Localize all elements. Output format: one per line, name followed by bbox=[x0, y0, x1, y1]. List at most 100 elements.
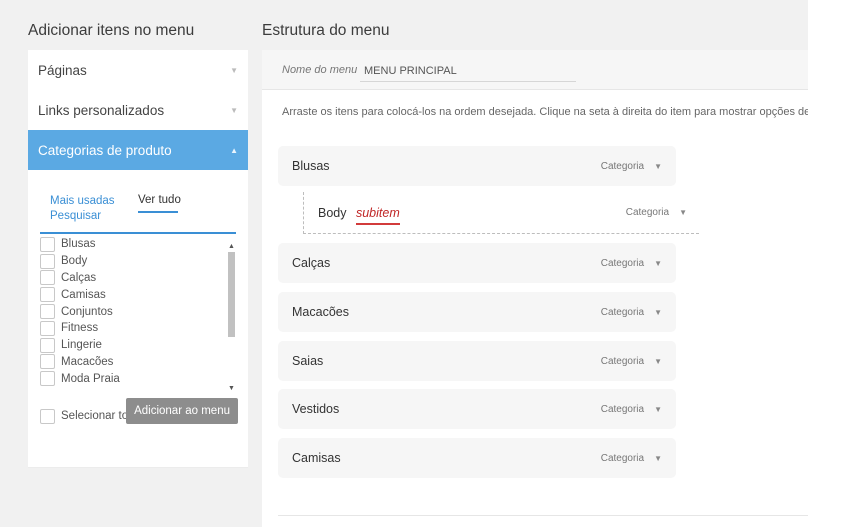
menu-item-type: Categoria bbox=[600, 160, 645, 172]
checklist-item[interactable]: Blusas bbox=[40, 236, 236, 253]
checkbox[interactable] bbox=[40, 270, 55, 286]
tab-active-indicator bbox=[138, 211, 178, 213]
expand-arrow-icon[interactable]: ▼ bbox=[679, 208, 687, 217]
menu-item-label: Camisas bbox=[292, 451, 341, 465]
expand-arrow-icon[interactable]: ▼ bbox=[654, 357, 662, 366]
checklist-item-label: Blusas bbox=[61, 238, 96, 251]
scrollbar-thumb[interactable] bbox=[228, 252, 235, 337]
category-tabs: Mais usadas Pesquisar Ver tudo bbox=[40, 182, 236, 234]
checklist-item-label: Macacões bbox=[61, 355, 114, 368]
accordion-pages-header[interactable]: Páginas ▼ bbox=[28, 50, 248, 90]
checkbox[interactable] bbox=[40, 287, 55, 303]
accordion-product-categories[interactable]: Categorias de produto ▲ Mais usadas Pesq… bbox=[28, 130, 248, 468]
menu-item-vestidos[interactable]: Vestidos Categoria ▼ bbox=[278, 389, 676, 429]
menu-item-calcas[interactable]: Calças Categoria ▼ bbox=[278, 243, 676, 283]
chevron-down-icon: ▼ bbox=[230, 65, 238, 75]
add-items-heading: Adicionar itens no menu bbox=[28, 22, 195, 39]
checklist-item-label: Calças bbox=[61, 271, 97, 284]
menu-name-row: Nome do menu bbox=[262, 50, 808, 90]
categories-panel: Mais usadas Pesquisar Ver tudo Blusas Bo… bbox=[28, 170, 248, 434]
tab-most-used-label: Mais usadas bbox=[50, 195, 115, 207]
checklist-item[interactable]: Conjuntos bbox=[40, 303, 236, 320]
menu-item-label: Body bbox=[318, 205, 347, 220]
menu-name-label: Nome do menu bbox=[282, 64, 358, 76]
menu-item-type: Categoria bbox=[625, 207, 670, 218]
expand-arrow-icon[interactable]: ▼ bbox=[654, 454, 662, 463]
checklist-item[interactable]: Body bbox=[40, 253, 236, 270]
tabs-divider bbox=[40, 232, 236, 234]
checklist-item[interactable]: Fitness bbox=[40, 320, 236, 337]
checkbox[interactable] bbox=[40, 337, 55, 353]
tab-most-used[interactable]: Mais usadas Pesquisar bbox=[50, 194, 115, 224]
accordion-pages[interactable]: Páginas ▼ bbox=[28, 50, 248, 91]
menu-subitem-body[interactable]: Body subitem Categoria ▼ bbox=[303, 192, 699, 234]
checkbox[interactable] bbox=[40, 320, 55, 336]
subitem-tag: subitem bbox=[355, 205, 400, 225]
checkbox[interactable] bbox=[40, 354, 55, 370]
expand-arrow-icon[interactable]: ▼ bbox=[654, 308, 662, 317]
tab-search-label[interactable]: Pesquisar bbox=[50, 209, 115, 224]
accordion-custom-links[interactable]: Links personalizados ▼ bbox=[28, 90, 248, 131]
checklist-item[interactable]: Moda Praia bbox=[40, 370, 236, 387]
menu-item-type: Categoria bbox=[600, 355, 645, 367]
checklist-item[interactable]: Macacões bbox=[40, 354, 236, 371]
menu-structure-heading: Estrutura do menu bbox=[262, 22, 390, 39]
select-all-checkbox[interactable] bbox=[40, 408, 55, 424]
checklist-item-label: Body bbox=[61, 255, 88, 268]
menu-item-meta: Categoria ▼ bbox=[601, 161, 662, 172]
menu-item-meta: Categoria ▼ bbox=[601, 258, 662, 269]
menu-item-meta: Categoria ▼ bbox=[626, 207, 687, 218]
checklist-item-label: Fitness bbox=[61, 322, 99, 335]
menu-item-type: Categoria bbox=[600, 403, 645, 415]
tab-view-all[interactable]: Ver tudo bbox=[138, 194, 181, 206]
menu-instructions: Arraste os itens para colocá-los na orde… bbox=[282, 106, 808, 118]
accordion-custom-links-header[interactable]: Links personalizados ▼ bbox=[28, 90, 248, 130]
menu-item-meta: Categoria ▼ bbox=[601, 453, 662, 464]
menu-item-label: Saias bbox=[292, 354, 324, 368]
menu-item-meta: Categoria ▼ bbox=[601, 404, 662, 415]
menu-item-type: Categoria bbox=[600, 452, 645, 464]
chevron-up-icon: ▲ bbox=[230, 145, 238, 155]
chevron-down-icon: ▼ bbox=[230, 105, 238, 115]
menu-structure-panel: Nome do menu Arraste os itens para coloc… bbox=[262, 50, 808, 527]
menu-item-saias[interactable]: Saias Categoria ▼ bbox=[278, 341, 676, 381]
menu-item-label: Macacões bbox=[292, 305, 349, 319]
checklist-scrollbar[interactable]: ▲ ▼ bbox=[227, 242, 236, 394]
menu-name-input[interactable] bbox=[360, 60, 576, 82]
checklist-item[interactable]: Calças bbox=[40, 270, 236, 287]
checkbox[interactable] bbox=[40, 371, 55, 387]
checklist-item[interactable]: Lingerie bbox=[40, 337, 236, 354]
checkbox[interactable] bbox=[40, 253, 55, 269]
menu-item-label: Blusas bbox=[292, 159, 330, 173]
checklist-item[interactable]: Camisas bbox=[40, 286, 236, 303]
expand-arrow-icon[interactable]: ▼ bbox=[654, 405, 662, 414]
subitem-underline bbox=[355, 222, 400, 225]
menu-item-blusas[interactable]: Blusas Categoria ▼ bbox=[278, 146, 676, 186]
menu-item-camisas[interactable]: Camisas Categoria ▼ bbox=[278, 438, 676, 478]
subitem-tag-text: subitem bbox=[355, 205, 400, 220]
accordion-product-categories-header[interactable]: Categorias de produto ▲ bbox=[28, 130, 248, 170]
menu-item-meta: Categoria ▼ bbox=[601, 307, 662, 318]
checkbox[interactable] bbox=[40, 236, 55, 252]
menu-item-meta: Categoria ▼ bbox=[601, 356, 662, 367]
scroll-up-icon[interactable]: ▲ bbox=[227, 242, 236, 252]
expand-arrow-icon[interactable]: ▼ bbox=[654, 162, 662, 171]
expand-arrow-icon[interactable]: ▼ bbox=[654, 259, 662, 268]
panel-divider bbox=[278, 515, 808, 516]
menu-item-label-wrap: Body subitem bbox=[318, 205, 400, 225]
add-to-menu-button[interactable]: Adicionar ao menu bbox=[126, 398, 238, 424]
menu-item-type: Categoria bbox=[600, 306, 645, 318]
checklist-item-label: Moda Praia bbox=[61, 372, 120, 385]
accordion-product-categories-label: Categorias de produto bbox=[38, 142, 172, 158]
menu-editor-page: Adicionar itens no menu Páginas ▼ Links … bbox=[0, 0, 808, 527]
scroll-down-icon[interactable]: ▼ bbox=[227, 384, 236, 394]
menu-item-type: Categoria bbox=[600, 257, 645, 269]
menu-item-label: Vestidos bbox=[292, 402, 340, 416]
accordion-pages-label: Páginas bbox=[38, 62, 87, 78]
menu-item-label: Calças bbox=[292, 256, 331, 270]
menu-item-macacoes[interactable]: Macacões Categoria ▼ bbox=[278, 292, 676, 332]
checklist-item-label: Camisas bbox=[61, 288, 106, 301]
category-checklist: Blusas Body Calças Camisas Conjuntos Fit… bbox=[40, 236, 236, 396]
checkbox[interactable] bbox=[40, 304, 55, 320]
checklist-item-label: Conjuntos bbox=[61, 305, 113, 318]
